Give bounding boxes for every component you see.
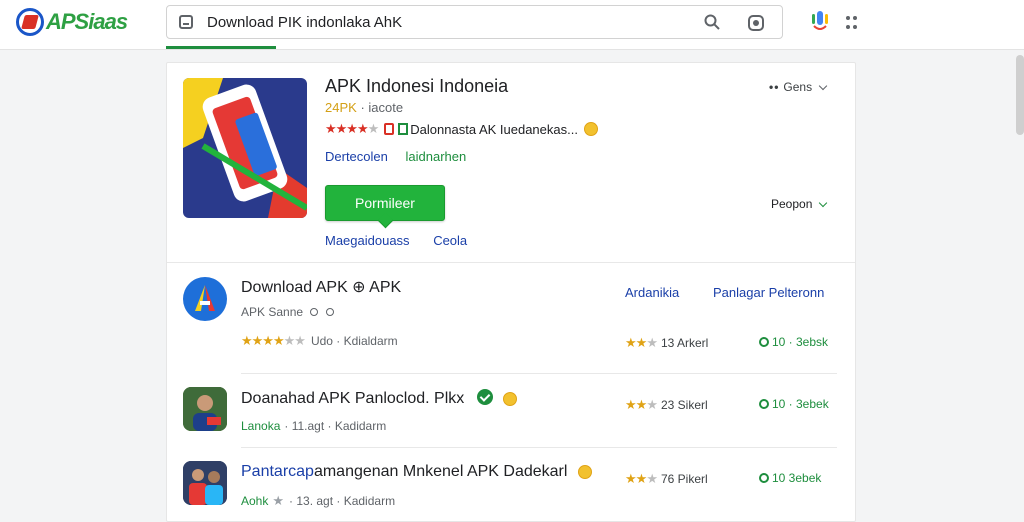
verified-check-icon — [476, 389, 493, 405]
lens-icon[interactable] — [748, 15, 764, 31]
verified-icon — [398, 123, 409, 135]
app-downloads-text: 10 3ebek — [772, 471, 822, 485]
download-icon — [759, 337, 769, 347]
info-icon — [325, 308, 334, 316]
active-tab-indicator — [166, 46, 276, 49]
logo-mark-icon — [16, 8, 44, 36]
app-downloads-text: 10 · 3ebek — [772, 397, 829, 411]
app-meta-text: Udo · Kdialdarm — [310, 334, 398, 348]
sort-dropdown[interactable]: Peopon — [771, 197, 828, 211]
tab-icon — [179, 15, 193, 29]
featured-app-icon[interactable] — [183, 78, 307, 218]
category-tag[interactable]: Ardanikia — [625, 285, 679, 300]
smiley-icon — [583, 122, 598, 136]
smiley-icon — [503, 391, 518, 406]
rating-stars: ★★★ — [625, 471, 658, 486]
scrollbar-thumb[interactable] — [1016, 55, 1024, 135]
divider — [241, 447, 837, 448]
app-meta-green: Lanoka — [241, 419, 281, 433]
sublink-more-info[interactable]: Maegaidouass — [325, 233, 410, 248]
rating-stars: ★ — [272, 493, 284, 508]
featured-sublinks: Maegaidouass Ceola — [325, 233, 467, 248]
rating-stars: ★★★★★ — [325, 121, 379, 136]
search-icon[interactable] — [704, 14, 720, 30]
app-icon — [183, 387, 227, 431]
search-input[interactable]: Download PIK indonlaka AhK — [166, 5, 783, 39]
rating-stars: ★★★★★★ — [241, 333, 306, 348]
app-downloads: 10 · 3ebsk — [759, 335, 828, 349]
app-title[interactable]: Download APK ⊕ APK — [241, 277, 401, 297]
top-bar: APSiaas Download PIK indonlaka AhK — [0, 0, 1024, 50]
featured-rating: ★★★★★ Dalonnasta AK Iuedanekas... — [325, 121, 598, 137]
chevron-down-icon — [818, 81, 828, 90]
install-button[interactable]: Pormileer — [325, 185, 445, 221]
verified-icon — [310, 308, 319, 316]
app-rating: ★★★ 76 Pikerl — [625, 471, 708, 487]
featured-subtitle-rest: · iacote — [360, 100, 404, 115]
app-title[interactable]: Doanahad APK Panloclod. Plkx — [241, 389, 518, 408]
app-downloads-text: 10 · 3ebsk — [772, 335, 829, 349]
site-logo[interactable]: APSiaas — [16, 7, 128, 37]
divider — [241, 373, 837, 374]
app-meta-text: · 11.agt · Kadidarm — [284, 419, 387, 433]
options-menu-label: Gens — [783, 80, 813, 94]
rating-stars: ★★★ — [625, 397, 658, 412]
logo-text: APSiaas — [46, 9, 128, 34]
download-icon — [759, 473, 769, 483]
more-dots-icon: •• — [769, 80, 780, 94]
featured-count: 24PK — [325, 100, 357, 115]
featured-app-title[interactable]: APK Indonesi Indoneia — [325, 76, 508, 97]
list-item[interactable]: Doanahad APK Panloclod. Plkx Lanoka · 11… — [167, 375, 855, 445]
options-menu-button[interactable]: •• Gens — [769, 80, 828, 94]
app-icon — [183, 277, 227, 321]
app-downloads: 10 3ebek — [759, 471, 821, 485]
chevron-down-icon — [819, 198, 828, 207]
app-rating-text: 13 Arkerl — [660, 336, 709, 350]
app-meta-text: · 13. agt · Kadidarm — [289, 494, 396, 508]
app-title-rest: amangenan Mnkenel APK Dadekarl — [313, 463, 568, 480]
featured-app-subtitle: 24PK · iacote — [325, 100, 403, 115]
download-icon — [759, 399, 769, 409]
app-meta-green: Aohk — [241, 494, 269, 508]
search-query-text: Download PIK indonlaka AhK — [207, 13, 403, 31]
app-meta: Aohk ★ · 13. agt · Kadidarm — [241, 493, 395, 509]
app-downloads: 10 · 3ebek — [759, 397, 829, 411]
publisher-tag[interactable]: Panlagar Pelteronn — [713, 285, 824, 300]
app-rating-text: 76 Pikerl — [660, 472, 708, 486]
app-meta: Lanoka · 11.agt · Kadidarm — [241, 419, 386, 433]
app-developer-text: APK Sanne — [241, 305, 304, 319]
app-meta: ★★★★★★ Udo · Kdialdarm — [241, 333, 398, 349]
featured-rating-text: Dalonnasta AK Iuedanekas... — [410, 121, 578, 137]
install-button-label: Pormileer — [355, 195, 415, 211]
featured-links: Dertecolen laidnarhen — [325, 149, 466, 164]
mic-icon[interactable] — [810, 10, 830, 34]
list-item[interactable]: Pantarcapamangenan Mnkenel APK Dadekarl … — [167, 449, 855, 519]
results-card: APK Indonesi Indoneia 24PK · iacote ★★★★… — [166, 62, 856, 522]
app-title-text: Doanahad APK Panloclod. Plkx — [241, 390, 465, 407]
app-rating: ★★★ 23 Sikerl — [625, 397, 708, 413]
app-title-text: Pantarcap — [241, 463, 314, 480]
smiley-icon — [577, 464, 592, 479]
app-developer: APK Sanne — [241, 305, 334, 319]
app-icon — [183, 461, 227, 505]
sort-dropdown-label: Peopon — [771, 197, 813, 211]
apps-grid-icon[interactable] — [846, 16, 858, 30]
app-title[interactable]: Pantarcapamangenan Mnkenel APK Dadekarl — [241, 463, 592, 481]
developer-link[interactable]: Dertecolen — [325, 149, 388, 164]
category-link[interactable]: laidnarhen — [406, 149, 467, 164]
sublink-reviews[interactable]: Ceola — [433, 233, 467, 248]
app-rating: ★★★ 13 Arkerl — [625, 335, 708, 351]
badge-icon — [384, 123, 395, 135]
app-rating-text: 23 Sikerl — [660, 398, 708, 412]
rating-stars: ★★★ — [625, 335, 658, 350]
list-item[interactable]: Download APK ⊕ APK APK Sanne ★★★★★★ Udo … — [167, 263, 855, 350]
